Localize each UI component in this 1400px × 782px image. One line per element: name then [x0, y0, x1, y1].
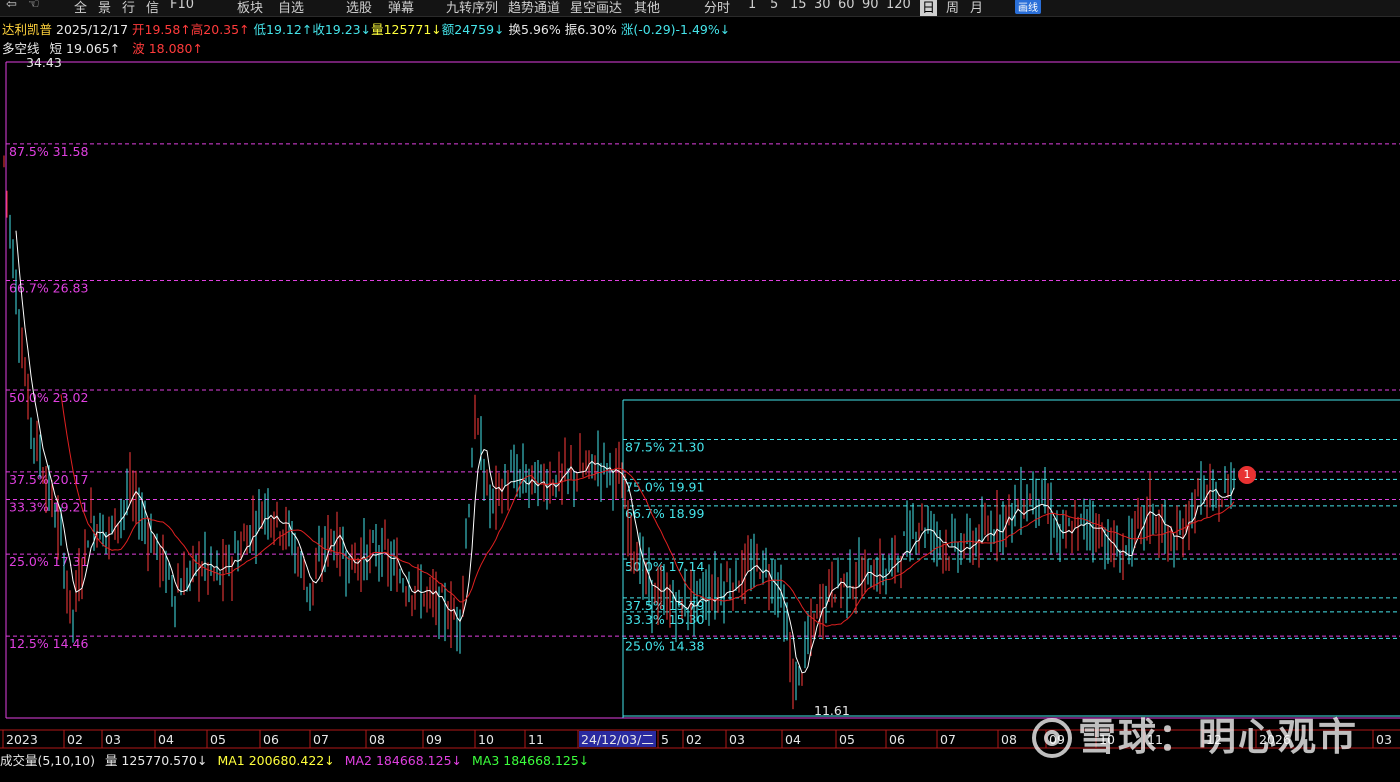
x-axis-label: 10 — [478, 732, 494, 747]
x-axis-label: 06 — [263, 732, 279, 747]
x-axis-label: 04 — [158, 732, 174, 747]
fib-right-label: 87.5% 21.30 — [625, 439, 705, 454]
x-axis-label: 05 — [210, 732, 226, 747]
price-max-label: 34.43 — [26, 55, 62, 70]
x-axis-label: 5 — [661, 732, 669, 747]
x-axis-label: 05 — [839, 732, 855, 747]
fib-right-label: 37.5% 15.79 — [625, 598, 705, 613]
volume-value: 量 125770.570↓ — [104, 753, 208, 768]
x-axis-label: 02 — [686, 732, 702, 747]
fib-right-label: 66.7% 18.99 — [625, 506, 705, 521]
fib-left-label: 50.0% 23.02 — [9, 390, 88, 405]
volume-ma2: MA2 184668.125↓ — [344, 753, 463, 768]
x-axis-label: 03 — [729, 732, 745, 747]
candlestick-chart[interactable]: 87.5% 31.5866.7% 26.8350.0% 23.0237.5% 2… — [0, 0, 1400, 782]
x-axis-label: 06 — [889, 732, 905, 747]
x-axis-label: 07 — [940, 732, 956, 747]
fib-left-label: 87.5% 31.58 — [9, 144, 89, 159]
x-axis-label: 07 — [313, 732, 329, 747]
volume-ma3: MA3 184668.125↓ — [472, 753, 590, 768]
volume-ma1: MA1 200680.422↓ — [217, 753, 335, 768]
fib-left-label: 25.0% 17.31 — [9, 554, 88, 569]
fib-right-label: 75.0% 19.91 — [625, 479, 704, 494]
price-min-label: 11.61 — [814, 703, 850, 718]
fib-right-label: 25.0% 14.38 — [625, 638, 705, 653]
fib-right-label: 33.3% 15.30 — [625, 612, 705, 627]
x-axis-label: 03 — [1376, 732, 1392, 747]
x-axis-label: 04 — [785, 732, 801, 747]
x-axis-label: 24/12/03/二 — [581, 732, 654, 747]
x-axis-label: 08 — [1001, 732, 1017, 747]
volume-title: 成交量(5,10,10) — [0, 753, 95, 768]
fib-left-label: 12.5% 14.46 — [9, 636, 89, 651]
x-axis-label: 09 — [426, 732, 442, 747]
x-axis-label: 08 — [369, 732, 385, 747]
x-axis-label: 03 — [105, 732, 121, 747]
watermark: 雪球：明心观市 — [1032, 706, 1358, 761]
x-axis-label: 2023 — [6, 732, 38, 747]
x-axis-label: 02 — [67, 732, 83, 747]
x-axis-label: 11 — [528, 732, 544, 747]
signal-badge[interactable]: 1 — [1238, 466, 1256, 484]
xueqiu-logo-icon — [1032, 718, 1072, 758]
watermark-text: 雪球：明心观市 — [1078, 715, 1359, 759]
